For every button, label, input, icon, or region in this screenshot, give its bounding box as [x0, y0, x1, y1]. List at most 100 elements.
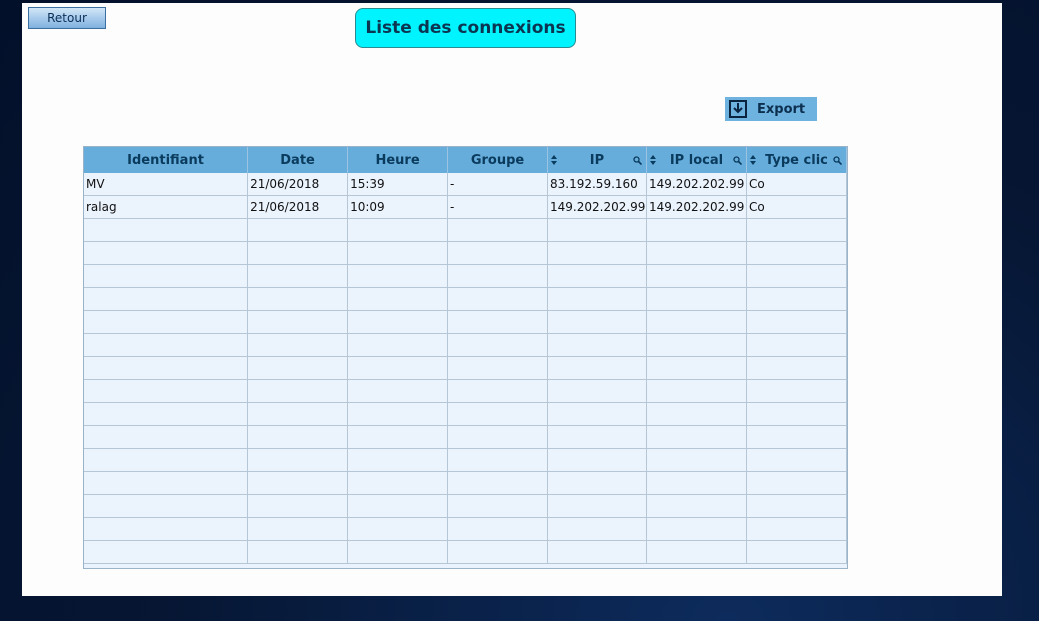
- cell-groupe: -: [447, 173, 548, 196]
- empty-cell: [347, 218, 449, 242]
- empty-cell: [646, 471, 747, 495]
- empty-cell: [646, 218, 747, 242]
- empty-cell: [547, 310, 647, 334]
- table-header-row: Identifiant Date Heure Groupe IP IP loca…: [84, 147, 847, 173]
- export-button[interactable]: Export: [725, 97, 817, 121]
- empty-cell: [447, 264, 548, 288]
- empty-cell: [646, 425, 747, 449]
- empty-cell: [247, 310, 349, 334]
- cell-date: 21/06/2018: [247, 173, 349, 196]
- empty-cell: [646, 379, 747, 403]
- empty-cell: [447, 448, 548, 472]
- table-row[interactable]: ralag 21/06/2018 10:09 - 149.202.202.99 …: [84, 195, 847, 219]
- empty-cell: [447, 356, 548, 380]
- empty-row: [84, 471, 847, 495]
- empty-cell: [247, 402, 349, 426]
- empty-cell: [447, 494, 548, 518]
- column-header-ip[interactable]: IP: [547, 147, 647, 173]
- empty-cell: [447, 287, 548, 311]
- empty-row: [84, 333, 847, 357]
- empty-cell: [746, 310, 847, 334]
- empty-cell: [84, 218, 249, 242]
- column-header-identifiant[interactable]: Identifiant: [84, 147, 249, 173]
- empty-cell: [347, 241, 449, 265]
- empty-cell: [247, 241, 349, 265]
- magnifier-icon[interactable]: [633, 156, 642, 165]
- empty-cell: [247, 287, 349, 311]
- column-label: Type clic: [765, 152, 828, 168]
- column-header-ip-local[interactable]: IP local: [646, 147, 747, 173]
- column-header-date[interactable]: Date: [247, 147, 349, 173]
- empty-cell: [746, 287, 847, 311]
- empty-cell: [447, 310, 548, 334]
- empty-cell: [547, 494, 647, 518]
- empty-cell: [247, 517, 349, 541]
- empty-cell: [347, 471, 449, 495]
- column-header-type-clic[interactable]: Type clic: [746, 147, 847, 173]
- empty-cell: [84, 379, 249, 403]
- empty-cell: [247, 218, 349, 242]
- cell-ip: 83.192.59.160: [547, 173, 647, 196]
- cell-date: 21/06/2018: [247, 195, 349, 219]
- empty-cell: [247, 471, 349, 495]
- connections-table: Identifiant Date Heure Groupe IP IP loca…: [83, 146, 848, 569]
- page-title: Liste des connexions: [355, 8, 576, 48]
- empty-cell: [646, 241, 747, 265]
- column-label: IP local: [669, 152, 724, 168]
- empty-cell: [447, 540, 548, 564]
- magnifier-icon[interactable]: [733, 156, 742, 165]
- empty-row: [84, 402, 847, 426]
- empty-cell: [247, 448, 349, 472]
- sort-arrows-icon[interactable]: [551, 155, 557, 165]
- empty-cell: [746, 471, 847, 495]
- empty-row: [84, 425, 847, 449]
- empty-cell: [447, 471, 548, 495]
- empty-cell: [547, 425, 647, 449]
- sort-arrows-icon[interactable]: [649, 155, 656, 165]
- column-label: Date: [280, 152, 315, 168]
- empty-cell: [746, 218, 847, 242]
- empty-cell: [347, 310, 449, 334]
- empty-cell: [84, 264, 249, 288]
- empty-cell: [547, 471, 647, 495]
- empty-cell: [547, 287, 647, 311]
- empty-row: [84, 264, 847, 288]
- empty-cell: [247, 425, 349, 449]
- sort-arrows-icon[interactable]: [749, 155, 756, 165]
- back-button[interactable]: Retour: [28, 7, 106, 29]
- empty-cell: [547, 540, 647, 564]
- empty-cell: [746, 333, 847, 357]
- empty-cell: [84, 333, 249, 357]
- table-row[interactable]: MV 21/06/2018 15:39 - 83.192.59.160 149.…: [84, 173, 847, 196]
- empty-cell: [347, 287, 449, 311]
- empty-row: [84, 379, 847, 403]
- empty-cell: [646, 517, 747, 541]
- column-label: Groupe: [470, 152, 525, 168]
- empty-cell: [347, 333, 449, 357]
- empty-cell: [84, 241, 249, 265]
- download-arrow-icon: [729, 100, 747, 118]
- empty-cell: [247, 494, 349, 518]
- cell-identifiant: ralag: [84, 195, 249, 219]
- cell-ip: 149.202.202.99: [547, 195, 647, 219]
- magnifier-icon[interactable]: [833, 156, 842, 165]
- empty-cell: [646, 287, 747, 311]
- empty-cell: [547, 264, 647, 288]
- empty-cell: [646, 310, 747, 334]
- empty-cell: [746, 494, 847, 518]
- empty-cell: [447, 379, 548, 403]
- column-header-heure[interactable]: Heure: [347, 147, 449, 173]
- empty-cell: [347, 517, 449, 541]
- empty-cell: [547, 379, 647, 403]
- empty-cell: [746, 241, 847, 265]
- cell-type-clic: Co: [746, 173, 847, 196]
- cell-ip-local: 149.202.202.99: [646, 173, 747, 196]
- empty-cell: [84, 287, 249, 311]
- empty-cell: [646, 540, 747, 564]
- empty-cell: [447, 333, 548, 357]
- column-header-groupe[interactable]: Groupe: [447, 147, 548, 173]
- empty-cell: [547, 448, 647, 472]
- empty-cell: [247, 333, 349, 357]
- empty-cell: [547, 356, 647, 380]
- empty-cell: [347, 356, 449, 380]
